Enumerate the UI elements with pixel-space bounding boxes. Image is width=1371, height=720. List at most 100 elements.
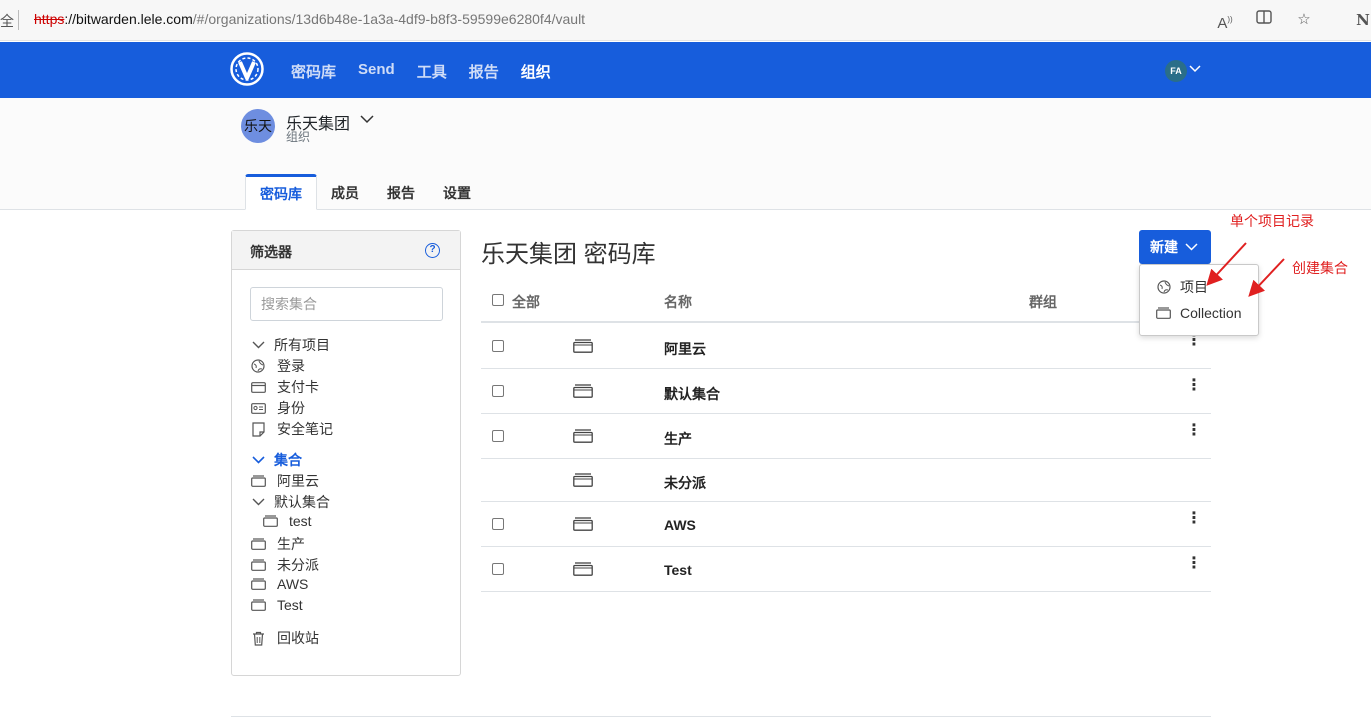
url-path: /#/organizations/13d6b48e-1a3a-4df9-b8f3…	[192, 11, 586, 27]
tab-members[interactable]: 成员	[317, 174, 373, 210]
filter-all-items[interactable]: 所有项目	[250, 335, 330, 355]
filter-item-label: 所有项目	[274, 337, 330, 353]
row-checkbox[interactable]	[492, 518, 504, 530]
collection-icon	[250, 576, 266, 592]
filter-secure-note[interactable]: 安全笔记	[250, 419, 333, 439]
header-name[interactable]: 名称	[664, 292, 692, 312]
collection-icon	[250, 557, 266, 573]
table-row[interactable]: 默认集合 ⋮	[481, 369, 1211, 414]
row-name[interactable]: 生产	[664, 429, 692, 449]
more-options-icon[interactable]: ⋮	[1186, 378, 1202, 394]
row-name[interactable]: 默认集合	[664, 384, 720, 404]
nav-vault[interactable]: 密码库	[291, 61, 336, 82]
filter-collection-test[interactable]: Test	[250, 597, 303, 613]
globe-icon	[1156, 280, 1171, 294]
more-options-icon[interactable]: ⋮	[1186, 556, 1202, 572]
filter-panel: 筛选器 ? 所有项目 登录 支付卡 身份 安全笔记 集合 阿里	[231, 230, 461, 676]
header-groups: 群组	[1029, 294, 1057, 310]
row-checkbox[interactable]	[492, 340, 504, 352]
header-all[interactable]: 全部	[512, 292, 540, 312]
bitwarden-logo-icon[interactable]	[230, 52, 264, 86]
globe-icon	[250, 358, 266, 374]
row-checkbox[interactable]	[492, 430, 504, 442]
more-options-icon[interactable]: ⋮	[1186, 333, 1202, 349]
nav-tools[interactable]: 工具	[417, 61, 447, 82]
chevron-down-icon[interactable]	[1189, 62, 1201, 76]
more-options-icon[interactable]: ⋮	[1186, 511, 1202, 527]
org-subtitle: 组织	[286, 130, 311, 144]
nav-reports[interactable]: 报告	[469, 61, 499, 82]
nav-send[interactable]: Send	[358, 61, 395, 82]
row-name[interactable]: 未分派	[664, 473, 706, 493]
nav-organizations[interactable]: 组织	[521, 61, 551, 82]
page-title: 乐天集团 密码库	[481, 241, 656, 268]
filter-item-label: 支付卡	[277, 379, 319, 395]
notion-icon[interactable]: N	[1352, 9, 1371, 31]
new-button-label: 新建	[1150, 239, 1178, 255]
row-checkbox[interactable]	[492, 385, 504, 397]
chevron-down-icon[interactable]	[250, 452, 266, 468]
row-name[interactable]: Test	[664, 562, 692, 578]
filter-collection-aliyun[interactable]: 阿里云	[250, 471, 319, 491]
row-name[interactable]: AWS	[664, 517, 696, 533]
filter-item-label: 集合	[274, 452, 302, 468]
favorite-star-icon[interactable]: ☆	[1293, 9, 1315, 31]
collection-icon	[1156, 307, 1171, 319]
filter-identity[interactable]: 身份	[250, 398, 305, 418]
filter-item-label: test	[289, 513, 312, 529]
row-name[interactable]: 阿里云	[664, 339, 706, 359]
search-collections-input[interactable]	[250, 287, 443, 321]
footer-divider	[231, 716, 1211, 717]
annotation-create-collection: 创建集合	[1292, 260, 1348, 276]
collection-icon	[250, 473, 266, 489]
filter-collection-unassigned[interactable]: 未分派	[250, 555, 319, 575]
table-row[interactable]: 生产 ⋮	[481, 414, 1211, 459]
divider	[18, 10, 19, 30]
collection-icon	[573, 429, 593, 443]
tab-settings[interactable]: 设置	[429, 174, 485, 210]
new-button[interactable]: 新建	[1139, 230, 1211, 264]
collection-icon	[250, 597, 266, 613]
row-checkbox[interactable]	[492, 563, 504, 575]
org-switcher-chevron-icon[interactable]	[360, 111, 374, 127]
org-tabs: 密码库 成员 报告 设置	[245, 174, 485, 210]
collection-icon	[573, 473, 593, 487]
chevron-down-icon[interactable]	[250, 494, 266, 510]
filter-login[interactable]: 登录	[250, 356, 305, 376]
filter-trash[interactable]: 回收站	[250, 628, 319, 648]
filter-item-label: Test	[277, 597, 303, 613]
filter-item-label: 未分派	[277, 557, 319, 573]
help-icon[interactable]: ?	[425, 243, 440, 258]
menu-item-label: Collection	[1180, 305, 1242, 321]
filter-collection-production[interactable]: 生产	[250, 534, 305, 554]
filter-item-label: 登录	[277, 358, 305, 374]
tab-vault[interactable]: 密码库	[245, 174, 317, 210]
select-all-checkbox[interactable]	[492, 294, 504, 306]
more-options-icon[interactable]: ⋮	[1186, 423, 1202, 439]
account-avatar[interactable]: FA	[1165, 60, 1187, 82]
table-row[interactable]: 阿里云 ⋮	[481, 324, 1211, 369]
trash-icon	[250, 630, 266, 646]
org-header: 乐天 乐天集团 组织 密码库 成员 报告 设置	[0, 98, 1371, 210]
split-screen-icon[interactable]	[1253, 9, 1275, 31]
read-aloud-icon[interactable]: A))	[1214, 9, 1236, 32]
filter-item-label: 默认集合	[274, 494, 330, 510]
menu-item-new-item[interactable]: 项目	[1156, 277, 1208, 297]
note-icon	[250, 421, 266, 437]
filter-collections-section[interactable]: 集合	[250, 450, 302, 470]
menu-item-new-collection[interactable]: Collection	[1156, 305, 1241, 321]
filter-collection-test-nested[interactable]: test	[262, 513, 312, 529]
table-row[interactable]: 未分派	[481, 459, 1211, 502]
chevron-down-icon[interactable]	[250, 337, 266, 353]
table-row[interactable]: AWS ⋮	[481, 502, 1211, 547]
table-row[interactable]: Test ⋮	[481, 547, 1211, 592]
url-field[interactable]: https://bitwarden.lele.com/#/organizatio…	[34, 11, 585, 27]
collection-icon	[573, 384, 593, 398]
filter-collection-default[interactable]: 默认集合	[250, 492, 330, 512]
filter-collection-aws[interactable]: AWS	[250, 576, 308, 592]
card-icon	[250, 379, 266, 395]
tab-reports[interactable]: 报告	[373, 174, 429, 210]
address-bar-fragment: 全	[0, 13, 14, 29]
filter-card[interactable]: 支付卡	[250, 377, 319, 397]
org-avatar: 乐天	[241, 109, 275, 143]
